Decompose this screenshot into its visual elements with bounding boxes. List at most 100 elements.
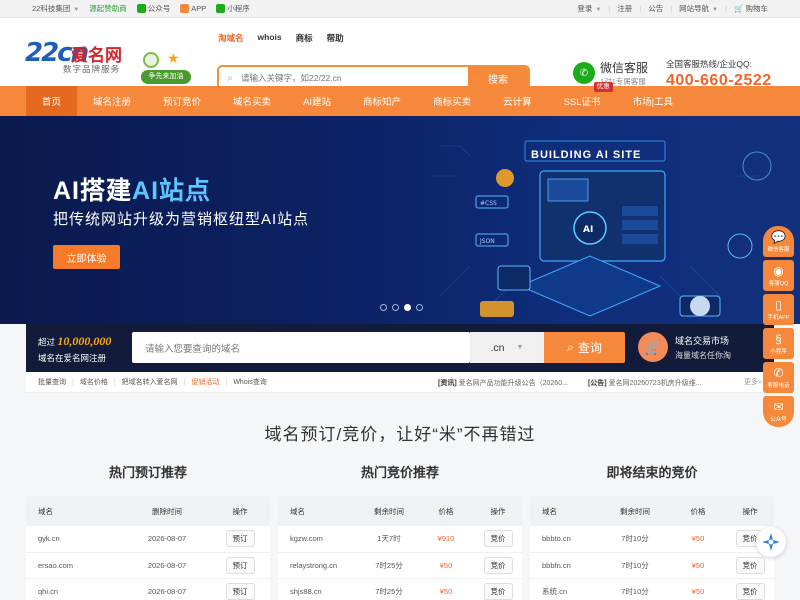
float-app[interactable]: ▯ 手机APP [763, 294, 794, 325]
sitenav-link[interactable]: 网站导航 ▼ [679, 3, 718, 14]
tab-whois[interactable]: whois [258, 32, 282, 44]
domain-cell[interactable]: shjs88.cn [278, 587, 360, 596]
domain-cell[interactable]: ersao.com [26, 561, 124, 570]
quick-link-batch[interactable]: 批量查询 [38, 377, 66, 387]
float-phone[interactable]: ✆ 客服电话 [763, 362, 794, 393]
cart-link[interactable]: 🛒 购物车 [734, 3, 768, 14]
login-link[interactable]: 登录 ▼ [577, 3, 601, 14]
news-item[interactable]: [资讯] 爱名网产品功能升级公告（20260... [438, 378, 568, 388]
quick-link-whois[interactable]: Whois查询 [233, 377, 266, 387]
mini-label: 小程序 [227, 4, 250, 13]
remaining-cell: 7时25分 [375, 560, 403, 570]
sparkle-icon [762, 533, 780, 551]
col-action: 操作 [742, 506, 758, 516]
chevron-down-icon: ▼ [516, 344, 524, 351]
domain-cell[interactable]: qhi.cn [26, 587, 124, 596]
bid-button[interactable]: 竞价 [483, 530, 513, 548]
book-button[interactable]: 预订 [225, 583, 255, 600]
app-link[interactable]: APP [180, 4, 206, 13]
time-cell: 2026-08-07 [147, 587, 187, 597]
domain-cell[interactable]: 系统.cn [530, 586, 600, 597]
domain-query-button[interactable]: ⌕ 查询 [544, 332, 625, 363]
domain-search-input[interactable]: 请输入您要查询的域名 [132, 332, 470, 363]
quick-link-transfer[interactable]: 把域名转入爱名网 [122, 377, 178, 387]
logo[interactable]: 22cn 爱名网 数字品牌服务 [25, 38, 125, 86]
float-wechat-service[interactable]: 💬 微信客服 [763, 226, 794, 257]
book-button[interactable]: 预订 [225, 556, 255, 574]
svg-text:JSON: JSON [479, 238, 495, 245]
register-link[interactable]: 注册 [617, 3, 632, 14]
nav-item-ssl[interactable]: SSL证书 优惠 [548, 82, 617, 116]
float-qq[interactable]: ◉ 客服QQ [763, 260, 794, 291]
divider: | [225, 378, 228, 386]
col-price: 价格 [690, 506, 706, 516]
news-tag: [公告] [587, 379, 607, 387]
more-news-link[interactable]: 更多» [744, 377, 762, 387]
tab-help[interactable]: 帮助 [327, 32, 344, 44]
tab-trademark[interactable]: 商标 [296, 32, 313, 44]
miniprogram-link[interactable]: 小程序 [216, 3, 250, 14]
domain-suffix-select[interactable]: .cn ▼ [470, 332, 544, 363]
header-search-input[interactable] [241, 73, 468, 83]
carousel-dot[interactable] [380, 304, 387, 311]
miniprogram-icon [216, 4, 226, 13]
float-label: 微信客服 [767, 247, 790, 253]
divider: | [670, 4, 673, 13]
banner-cta-button[interactable]: 立即体验 [53, 245, 120, 269]
domain-market-link[interactable]: 🛒 域名交易市场 海量域名任你淘 [638, 332, 731, 362]
nav-item-trademark[interactable]: 商标知产 [347, 86, 417, 116]
registered-count: 超过 10,000,000 域名在爱名网注册 [38, 333, 111, 366]
search-icon: ⌕ [567, 340, 574, 354]
banner-title-b: AI站点 [132, 177, 212, 205]
float-gzh[interactable]: ✉ 公众号 [763, 396, 794, 427]
tab-domain[interactable]: 淘域名 [218, 32, 244, 44]
table-row: bbbto.cn 7时10分 ¥50 竞价 [530, 526, 774, 553]
domain-cell[interactable]: bbbfn.cn [530, 561, 600, 570]
remaining-cell: 1天7时 [377, 534, 401, 544]
main-nav: 首页 域名注册 预订竞价 域名买卖 AI建站 商标知产 商标买卖 云计算 SSL… [0, 82, 800, 116]
quick-link-promo[interactable]: 促销活动 [191, 377, 219, 387]
ball-icon [143, 52, 159, 68]
count-value: 10,000,000 [57, 334, 112, 348]
hotline-label: 全国客服热线/企业QQ: [666, 59, 752, 69]
hot-booking-title: 热门预订推荐 [108, 465, 187, 480]
nav-item-bidding[interactable]: 预订竞价 [147, 86, 217, 116]
nav-item-cloud[interactable]: 云计算 [487, 86, 548, 116]
nav-item-ai-site[interactable]: AI建站 [287, 86, 347, 116]
domain-cell[interactable]: bbbto.cn [530, 534, 600, 543]
nav-item-home[interactable]: 首页 [26, 86, 78, 116]
chevron-down-icon: ▼ [712, 7, 719, 13]
float-miniprogram[interactable]: § 小程序 [763, 328, 794, 359]
carousel-dot-active[interactable] [404, 304, 411, 311]
book-button[interactable]: 预订 [225, 530, 255, 548]
section-slogan: 域名预订/竞价，让好“米”不再错过 [264, 425, 536, 444]
nav-item-market-tools[interactable]: 市场|工具 [617, 86, 689, 116]
wechat-icon: ✆ [573, 62, 595, 84]
carousel-dot[interactable] [392, 304, 399, 311]
domain-cell[interactable]: kgzw.com [278, 534, 360, 543]
nav-item-domain-register[interactable]: 域名注册 [77, 86, 147, 116]
divider: | [113, 378, 116, 386]
bid-button[interactable]: 竞价 [735, 583, 765, 600]
quick-link-price[interactable]: 域名价格 [80, 377, 108, 387]
float-label: 客服电话 [767, 383, 790, 389]
carousel-dot[interactable] [416, 304, 423, 311]
bid-button[interactable]: 竞价 [483, 556, 513, 574]
hero-banner[interactable]: AI #CSS JSON AI搭建AI站点 把传统网站升级为营销枢纽型AI站点 … [0, 116, 800, 324]
bid-button[interactable]: 竞价 [483, 583, 513, 600]
domain-cell[interactable]: relaystrong.cn [278, 561, 360, 570]
nav-item-domain-trade[interactable]: 域名买卖 [217, 86, 287, 116]
group-link[interactable]: 22科技集团 ▼ [32, 3, 79, 14]
domain-cell[interactable]: gyk.cn [26, 534, 124, 543]
bid-button[interactable]: 竞价 [735, 556, 765, 574]
float-label: 客服QQ [768, 281, 789, 287]
login-label: 登录 [577, 4, 593, 13]
notice-link[interactable]: 公告 [648, 3, 663, 14]
sponsor-link[interactable]: 源起赞助商 [89, 3, 127, 14]
header: 22cn 爱名网 数字品牌服务 ★ 争先来加油 淘域名 whois 商标 帮助 … [0, 18, 800, 91]
news-item[interactable]: [公告] 爱名网20260723机房升级维... [588, 378, 702, 388]
nav-item-trademark-trade[interactable]: 商标买卖 [417, 86, 487, 116]
assistant-button[interactable] [756, 527, 786, 557]
gzh-link[interactable]: 公众号 [136, 3, 170, 14]
table-row: qhi.cn 2026-08-07 预订 [26, 579, 270, 600]
